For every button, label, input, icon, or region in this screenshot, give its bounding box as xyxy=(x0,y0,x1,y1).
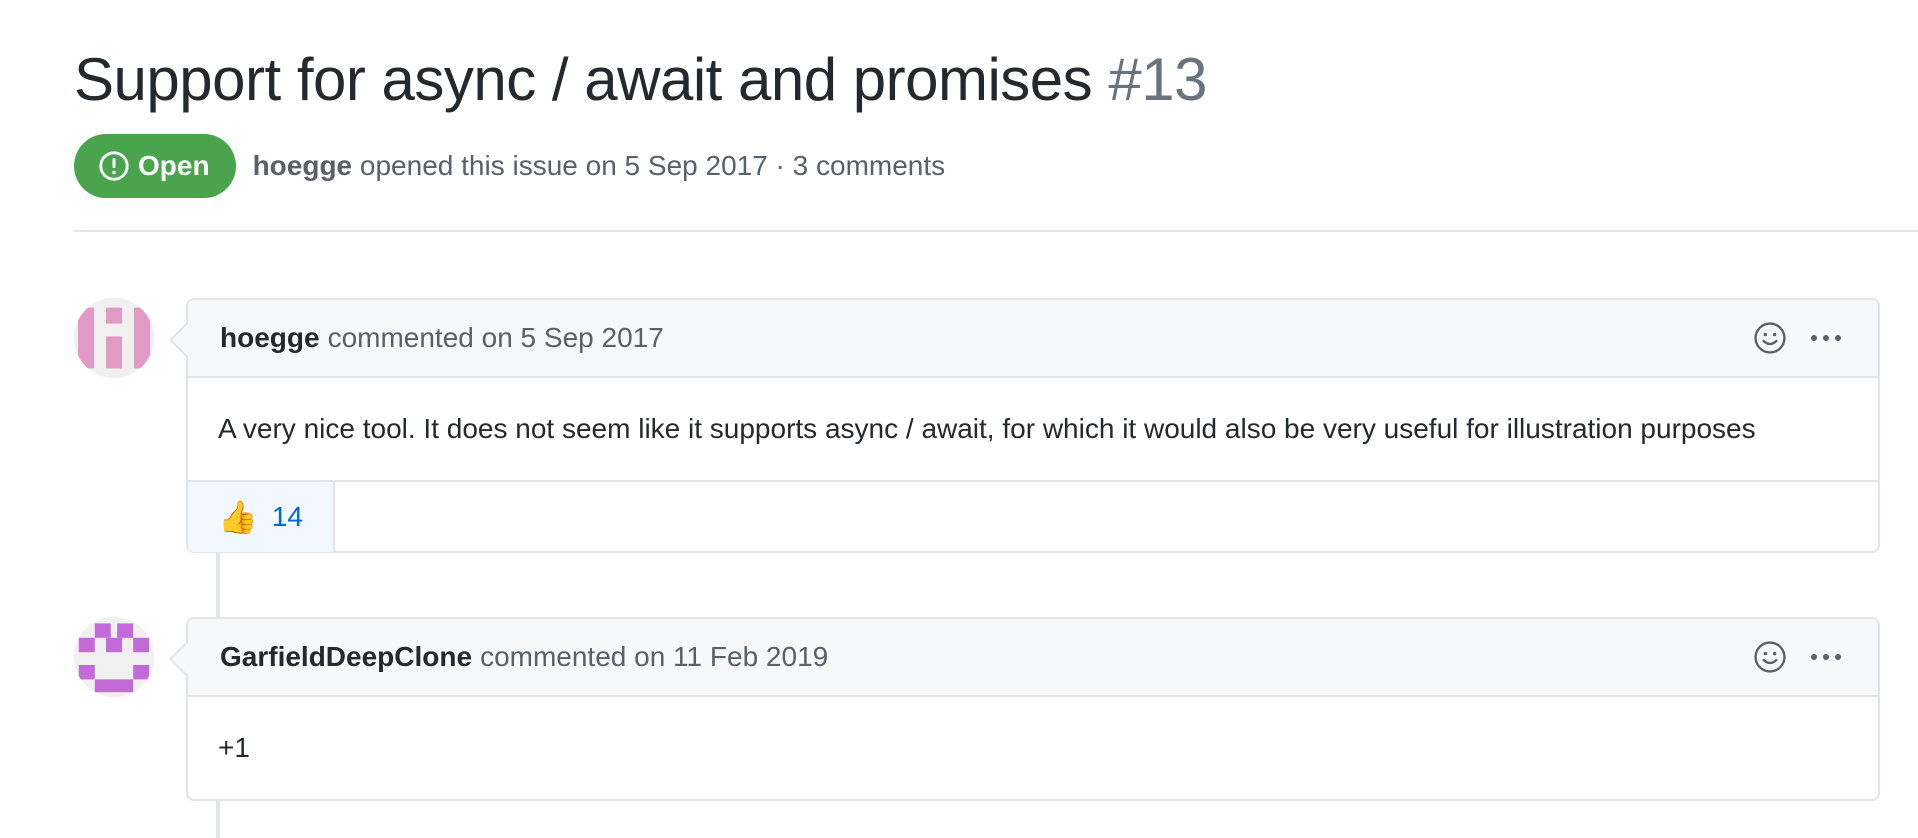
issue-number: #13 xyxy=(1108,46,1207,113)
issue-meta-text: hoegge opened this issue on 5 Sep 2017 ·… xyxy=(253,150,946,182)
identicon-hoegge xyxy=(74,298,154,378)
state-label: Open xyxy=(138,150,210,181)
comment-timestamp[interactable]: commented on 5 Sep 2017 xyxy=(328,322,664,354)
more-options-button[interactable] xyxy=(1808,639,1844,675)
kebab-horizontal-icon xyxy=(1811,335,1841,341)
add-reaction-button[interactable] xyxy=(1752,639,1788,675)
avatar-garfielddeepclone[interactable] xyxy=(74,617,154,697)
comment-actions xyxy=(1752,300,1844,376)
reaction-count: 14 xyxy=(271,501,303,532)
comment-body: +1 xyxy=(218,732,250,763)
issue-title-text: Support for async / await and promises xyxy=(74,46,1093,113)
identicon-garfielddeepclone xyxy=(74,617,154,697)
issue-header: Support for async / await and promises #… xyxy=(74,40,1918,198)
issue-opened-text: opened this issue on 5 Sep 2017 · 3 comm… xyxy=(359,150,946,181)
add-reaction-button[interactable] xyxy=(1752,320,1788,356)
comment-body: A very nice tool. It does not seem like … xyxy=(218,413,1756,444)
kebab-horizontal-icon xyxy=(1811,654,1841,660)
header-divider xyxy=(74,230,1918,232)
state-badge: Open xyxy=(74,134,236,198)
issue-author-link[interactable]: hoegge xyxy=(253,150,353,181)
reaction-thumbs-up[interactable]: 👍 14 xyxy=(188,482,335,552)
comment-actions xyxy=(1752,619,1844,695)
comment-timestamp[interactable]: commented on 11 Feb 2019 xyxy=(480,641,828,673)
issue-title: Support for async / await and promises #… xyxy=(74,40,1918,120)
comment: GarfieldDeepClone commented on 11 Feb 20… xyxy=(186,617,1880,801)
thumbs-up-icon: 👍 xyxy=(218,499,258,535)
comment-header: GarfieldDeepClone commented on 11 Feb 20… xyxy=(188,619,1878,697)
issue-opened-icon xyxy=(99,151,129,181)
issue-meta: Open hoegge opened this issue on 5 Sep 2… xyxy=(74,134,945,198)
comment-author-link[interactable]: hoegge xyxy=(220,322,320,354)
avatar-hoegge[interactable] xyxy=(74,298,154,378)
smiley-icon xyxy=(1754,641,1786,673)
comment: hoegge commented on 5 Sep 2017 A very ni xyxy=(186,298,1880,553)
comment-author-link[interactable]: GarfieldDeepClone xyxy=(220,641,472,673)
reactions-bar: 👍 14 xyxy=(188,480,1878,552)
smiley-icon xyxy=(1754,322,1786,354)
more-options-button[interactable] xyxy=(1808,320,1844,356)
comment-header: hoegge commented on 5 Sep 2017 xyxy=(188,300,1878,378)
